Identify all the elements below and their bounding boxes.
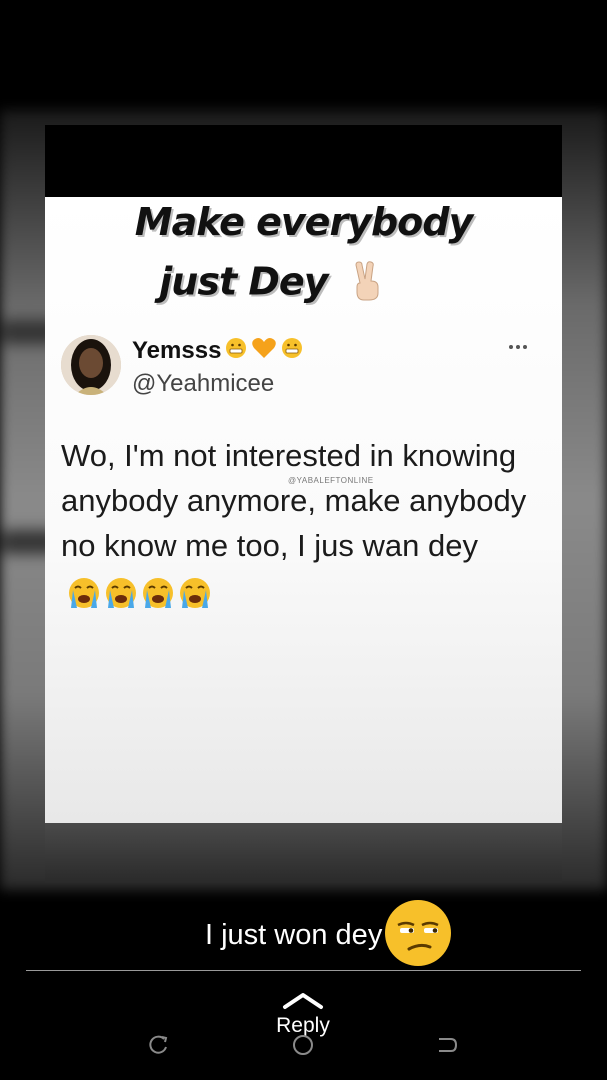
caption-text: I just won dey <box>205 919 383 951</box>
more-dots-icon <box>505 340 531 352</box>
status-viewer-screen: Make everybody just Dey Yemsss @Yeahmice… <box>0 0 607 1080</box>
user-name-row: Yemsss <box>132 336 303 365</box>
tweet-screenshot: Make everybody just Dey Yemsss @Yeahmice… <box>45 197 562 823</box>
tweet-body: Wo, I'm not interested in knowing anybod… <box>61 438 527 563</box>
avatar <box>61 335 121 395</box>
status-image[interactable]: Make everybody just Dey Yemsss @Yeahmice… <box>45 125 562 883</box>
home-button[interactable] <box>288 1030 318 1060</box>
chevron-up-icon <box>283 993 323 1009</box>
grimacing-face-icon <box>225 337 247 364</box>
status-caption: I just won dey <box>205 897 454 974</box>
headline-line-2-text: just Dey <box>159 259 328 304</box>
orange-heart-icon <box>251 336 277 365</box>
grimacing-face-icon <box>281 337 303 364</box>
victory-hand-icon <box>350 261 384 307</box>
user-name: Yemsss <box>132 336 222 364</box>
loudly-crying-face-icon <box>143 577 173 608</box>
crying-emojis <box>67 576 212 610</box>
tweet-text: Wo, I'm not interested in knowing anybod… <box>61 433 551 613</box>
loudly-crying-face-icon <box>69 577 99 608</box>
divider <box>26 970 581 971</box>
unamused-face-icon <box>382 897 454 974</box>
loudly-crying-face-icon <box>106 577 136 608</box>
back-icon <box>439 1038 458 1052</box>
loudly-crying-face-icon <box>180 577 210 608</box>
headline-line-2: just Dey <box>45 261 530 307</box>
recent-apps-icon <box>149 1035 168 1054</box>
recent-apps-button[interactable] <box>144 1030 174 1060</box>
back-button[interactable] <box>431 1030 461 1060</box>
home-icon <box>293 1035 313 1055</box>
headline-line-1: Make everybody <box>134 200 473 244</box>
image-bottom-band <box>45 823 562 883</box>
user-handle: @Yeahmicee <box>132 370 275 397</box>
watermark: @YABALEFTONLINE <box>288 476 374 485</box>
